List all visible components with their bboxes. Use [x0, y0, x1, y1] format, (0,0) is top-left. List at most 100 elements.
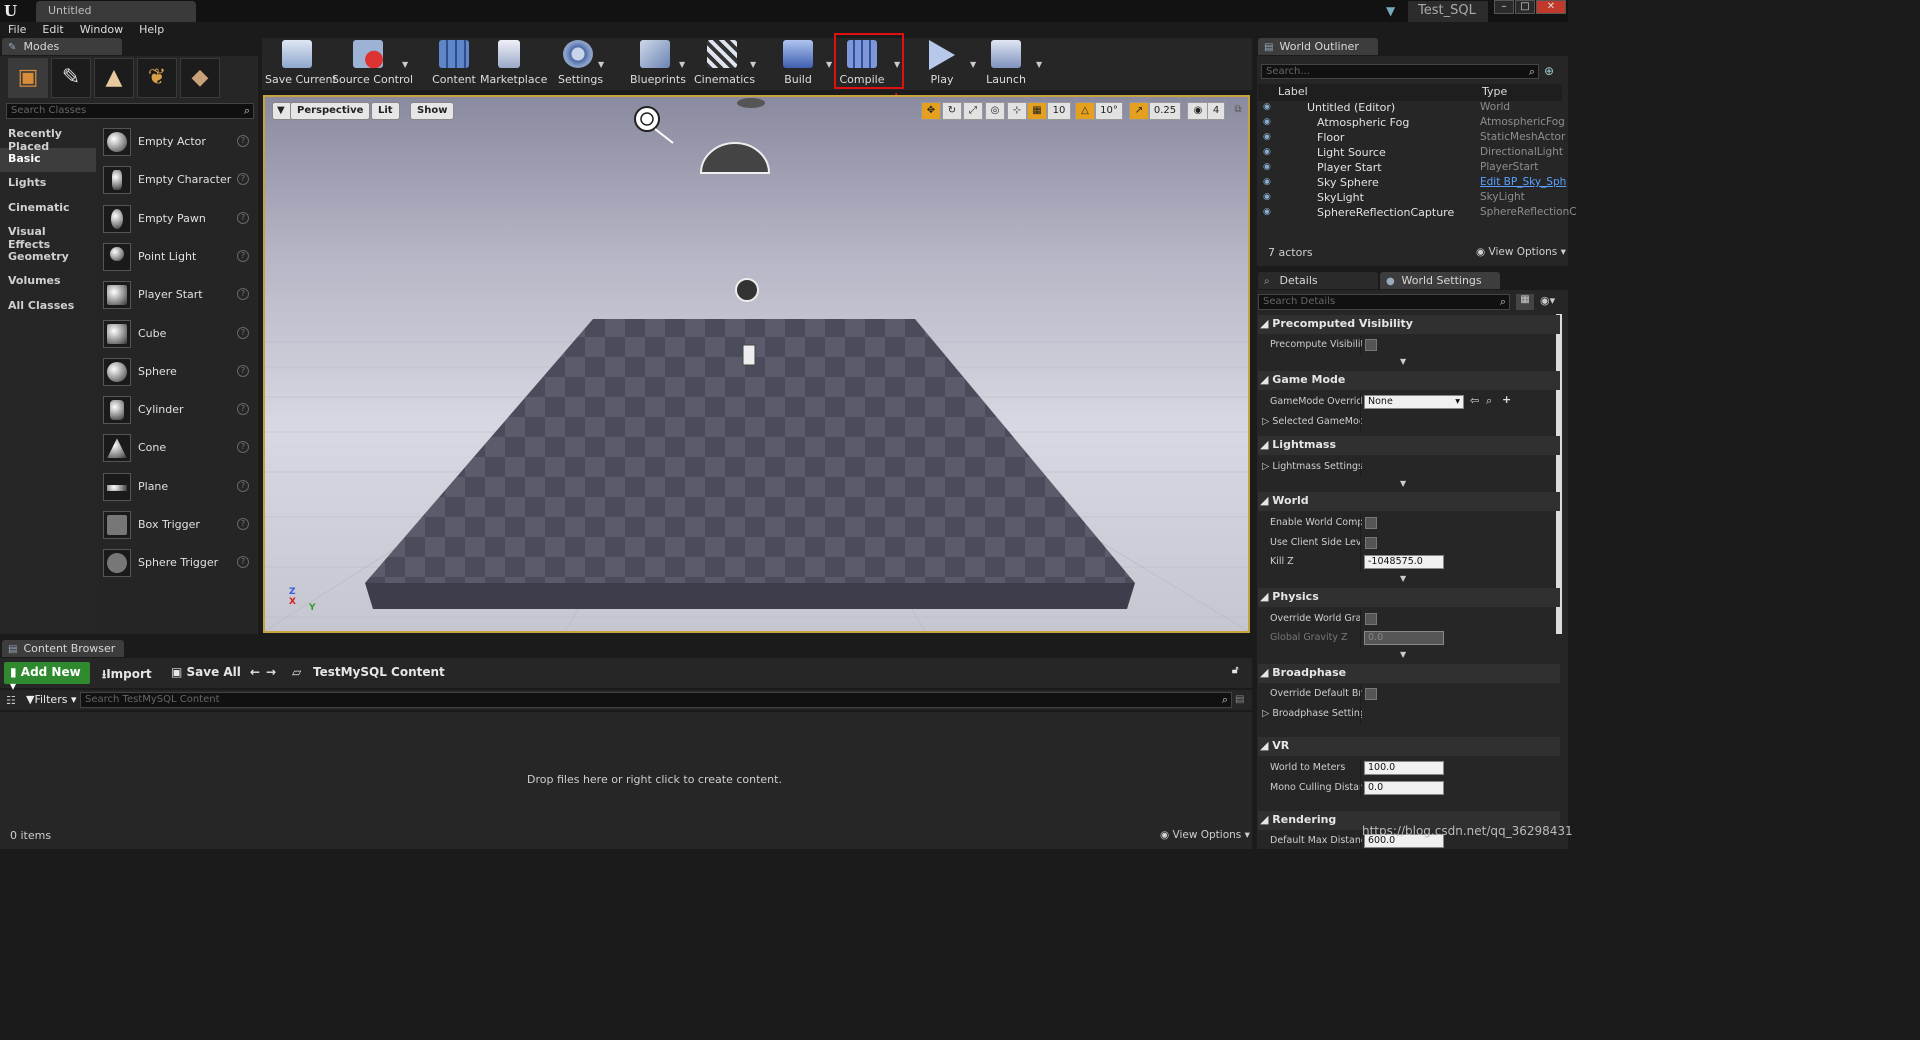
- menu-window[interactable]: Window: [72, 22, 131, 36]
- search-details-input[interactable]: Search Details ⌕: [1258, 294, 1510, 310]
- visibility-eye-icon[interactable]: ◉: [1263, 147, 1271, 157]
- add-folder-icon[interactable]: ⊕: [1544, 64, 1554, 78]
- visibility-eye-icon[interactable]: ◉: [1263, 192, 1271, 202]
- details-eye-icon[interactable]: ◉▾: [1540, 294, 1555, 307]
- outliner-row[interactable]: ◉ SkyLight SkyLight: [1258, 191, 1562, 206]
- outliner-row[interactable]: ◉ Untitled (Editor) World: [1258, 101, 1562, 116]
- list-item[interactable]: Player Start?: [97, 276, 257, 314]
- visibility-eye-icon[interactable]: ◉: [1263, 207, 1271, 217]
- help-icon[interactable]: ?: [237, 249, 249, 262]
- maximize-viewport-icon[interactable]: ⧉: [1231, 102, 1245, 120]
- section-physics[interactable]: ◢ Physics: [1258, 588, 1560, 607]
- landscape-mode-icon[interactable]: ▲: [94, 58, 134, 98]
- content-search-input[interactable]: Search TestMySQL Content ⌕: [80, 692, 1232, 708]
- section-world[interactable]: ◢ World: [1258, 492, 1560, 511]
- chevron-down-icon[interactable]: ▼: [598, 60, 604, 69]
- perspective-button[interactable]: Perspective: [290, 102, 371, 120]
- visibility-eye-icon[interactable]: ◉: [1263, 177, 1271, 187]
- viewport-options-button[interactable]: ▼: [272, 102, 292, 120]
- category-geometry[interactable]: Geometry: [0, 246, 96, 271]
- source-control-button[interactable]: Source Control ▼: [332, 38, 413, 90]
- property-matrix-icon[interactable]: ▦: [1516, 294, 1534, 310]
- place-mode-icon[interactable]: ▣: [8, 58, 48, 98]
- outliner-row[interactable]: ◉ SphereReflectionCapture SphereReflection…: [1258, 206, 1577, 221]
- chevron-down-icon[interactable]: ▼: [679, 60, 685, 69]
- property-row[interactable]: ▷ Lightmass Settings: [1258, 458, 1560, 477]
- list-item[interactable]: Cone?: [97, 429, 257, 467]
- sources-panel-icon[interactable]: ☷: [6, 694, 16, 707]
- list-item[interactable]: Point Light?: [97, 238, 257, 276]
- section-lightmass[interactable]: ◢ Lightmass: [1258, 436, 1560, 455]
- outliner-row[interactable]: ◉ Player Start PlayerStart: [1258, 161, 1562, 176]
- chevron-down-icon[interactable]: ▼: [750, 60, 756, 69]
- advanced-expand-icon[interactable]: ▼: [1400, 650, 1406, 659]
- property-row[interactable]: ▷ Broadphase Settings: [1258, 705, 1560, 724]
- lock-icon[interactable]: 🔓︎: [1232, 665, 1238, 676]
- visibility-eye-icon[interactable]: ◉: [1263, 132, 1271, 142]
- tab-world-outliner[interactable]: ▤ World Outliner: [1258, 38, 1378, 55]
- outliner-row[interactable]: ◉ Floor StaticMeshActor: [1258, 131, 1565, 146]
- grid-snap-value[interactable]: 10: [1047, 102, 1071, 120]
- outliner-row[interactable]: ◉ Light Source DirectionalLight: [1258, 146, 1563, 161]
- level-viewport[interactable]: ▼ Perspective Lit Show ✥ ↻ ⤢ ◎ ⊹ ▦ 10 △ …: [263, 95, 1250, 633]
- category-cinematic[interactable]: Cinematic: [0, 197, 96, 222]
- filters-button[interactable]: ▼Filters ▾: [26, 693, 76, 706]
- help-icon[interactable]: ?: [237, 556, 249, 569]
- cinematics-button[interactable]: Cinematics ▼: [694, 38, 756, 90]
- visibility-eye-icon[interactable]: ◉: [1263, 117, 1271, 127]
- chevron-down-icon[interactable]: ▼: [402, 60, 408, 69]
- launch-button[interactable]: Launch ▼: [986, 38, 1042, 90]
- content-view-options[interactable]: ◉ View Options ▾: [1160, 829, 1250, 841]
- import-button[interactable]: ⭳Import: [102, 665, 152, 686]
- rotation-snap-icon[interactable]: △: [1075, 102, 1095, 120]
- advanced-expand-icon[interactable]: ▼: [1400, 574, 1406, 583]
- override-gravity-checkbox[interactable]: [1365, 613, 1377, 625]
- list-item[interactable]: Empty Actor?: [97, 123, 257, 161]
- tab-content-browser[interactable]: ▤ Content Browser: [2, 640, 124, 657]
- list-item[interactable]: Sphere Trigger?: [97, 544, 257, 582]
- category-recently-placed[interactable]: Recently Placed: [0, 123, 96, 153]
- client-side-level-checkbox[interactable]: [1365, 537, 1377, 549]
- advanced-expand-icon[interactable]: ▼: [1400, 357, 1406, 366]
- help-icon[interactable]: ?: [237, 173, 249, 186]
- geometry-mode-icon[interactable]: ◆: [180, 58, 220, 98]
- forward-arrow-icon[interactable]: →: [266, 665, 276, 679]
- chevron-down-icon[interactable]: ▼: [970, 60, 976, 69]
- category-visual-effects[interactable]: Visual Effects: [0, 221, 96, 251]
- advanced-expand-icon[interactable]: ▼: [1400, 479, 1406, 488]
- menu-edit[interactable]: Edit: [34, 22, 71, 36]
- property-row[interactable]: ▷ Selected GameMode: [1258, 413, 1560, 432]
- help-icon[interactable]: ?: [237, 403, 249, 416]
- save-search-icon[interactable]: ▤: [1235, 694, 1244, 705]
- list-item[interactable]: Sphere?: [97, 353, 257, 391]
- column-label-header[interactable]: Label: [1278, 85, 1308, 98]
- help-icon[interactable]: ?: [237, 135, 249, 147]
- list-item[interactable]: Box Trigger?: [97, 506, 257, 544]
- outliner-search-input[interactable]: Search... ⌕: [1261, 64, 1539, 79]
- world-space-icon[interactable]: ◎: [985, 102, 1005, 120]
- reflection-capture-icon[interactable]: [735, 278, 759, 302]
- list-item[interactable]: Cylinder?: [97, 391, 257, 429]
- save-all-button[interactable]: ▣ Save All: [171, 665, 241, 679]
- save-current-button[interactable]: Save Current: [265, 38, 337, 90]
- section-game-mode[interactable]: ◢ Game Mode: [1258, 371, 1560, 390]
- list-item[interactable]: Empty Pawn?: [97, 200, 257, 238]
- translate-tool-icon[interactable]: ✥: [921, 102, 941, 120]
- surface-snap-icon[interactable]: ⊹: [1007, 102, 1027, 120]
- camera-speed-icon[interactable]: ◉: [1187, 102, 1209, 120]
- build-button[interactable]: Build ▼: [780, 38, 832, 90]
- section-precomputed-visibility[interactable]: ◢ Precomputed Visibility: [1258, 315, 1560, 334]
- tab-world-settings[interactable]: ● World Settings: [1380, 272, 1500, 289]
- help-icon[interactable]: ?: [237, 288, 249, 301]
- chevron-down-icon[interactable]: ▼: [1036, 60, 1042, 69]
- gamemode-override-dropdown[interactable]: None ▾: [1364, 395, 1464, 409]
- category-lights[interactable]: Lights: [0, 172, 96, 197]
- play-button[interactable]: Play ▼: [922, 38, 976, 90]
- search-classes-input[interactable]: Search Classes ⌕: [6, 103, 254, 119]
- column-type-header[interactable]: Type: [1482, 85, 1507, 98]
- foliage-mode-icon[interactable]: ❦: [137, 58, 177, 98]
- use-selected-arrow-icon[interactable]: ⇦: [1470, 394, 1479, 407]
- mono-culling-field[interactable]: 0.0: [1364, 781, 1444, 795]
- rotation-snap-value[interactable]: 10°: [1095, 102, 1123, 120]
- lit-button[interactable]: Lit: [371, 102, 400, 120]
